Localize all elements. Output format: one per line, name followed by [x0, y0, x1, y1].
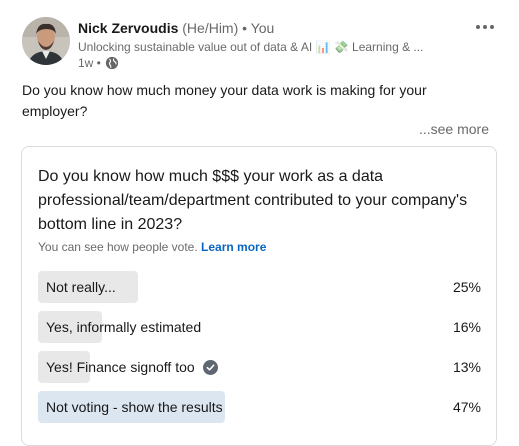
see-more-link[interactable]: ...see more	[419, 121, 489, 137]
poll-option[interactable]: Yes! Finance signoff too 13%	[38, 351, 481, 383]
post-time: 1w •	[78, 56, 119, 70]
poll-option-percent: 16%	[452, 319, 481, 335]
poll-option-percent: 25%	[452, 279, 481, 295]
globe-icon	[105, 56, 118, 70]
poll-option-label: Yes! Finance signoff too	[46, 351, 218, 383]
poll-option-text: Not voting - show the results	[46, 399, 223, 415]
poll-option-label: Not voting - show the results	[46, 391, 223, 423]
poll-option-label: Yes, informally estimated	[46, 311, 201, 343]
poll-card: Do you know how much $$$ your work as a …	[21, 146, 497, 446]
author-name[interactable]: Nick Zervoudis	[78, 20, 178, 36]
poll-question: Do you know how much $$$ your work as a …	[38, 168, 468, 233]
learn-more-link[interactable]: Learn more	[201, 240, 266, 254]
poll-option-text: Yes! Finance signoff too	[46, 359, 195, 375]
poll-visibility-note: You can see how people vote. Learn more	[38, 240, 266, 254]
poll-option-text: Yes, informally estimated	[46, 319, 202, 335]
more-horizontal-icon	[476, 25, 494, 29]
poll-option[interactable]: Not voting - show the results 47%	[38, 391, 481, 423]
poll-option-label: Not really...	[46, 271, 116, 303]
post-options-button[interactable]	[472, 16, 498, 38]
author-headline: Unlocking sustainable value out of data …	[78, 40, 424, 54]
feed-post: Nick Zervoudis (He/Him) • You Unlocking …	[0, 0, 519, 446]
poll-option[interactable]: Yes, informally estimated 16%	[38, 311, 481, 343]
author-name-line[interactable]: Nick Zervoudis (He/Him) • You	[78, 20, 274, 36]
post-text: Do you know how much money your data wor…	[22, 82, 427, 119]
author-relation: • You	[242, 20, 275, 36]
avatar-photo	[22, 17, 70, 65]
poll-option[interactable]: Not really... 25%	[38, 271, 481, 303]
poll-note-text: You can see how people vote.	[38, 240, 198, 254]
poll-option-percent: 13%	[452, 359, 481, 375]
author-avatar[interactable]	[22, 17, 70, 65]
poll-option-percent: 47%	[452, 399, 481, 415]
check-circle-icon	[202, 359, 218, 375]
author-pronouns: (He/Him)	[182, 20, 239, 36]
poll-option-text: Not really...	[46, 279, 116, 295]
post-time-text: 1w •	[78, 56, 101, 70]
